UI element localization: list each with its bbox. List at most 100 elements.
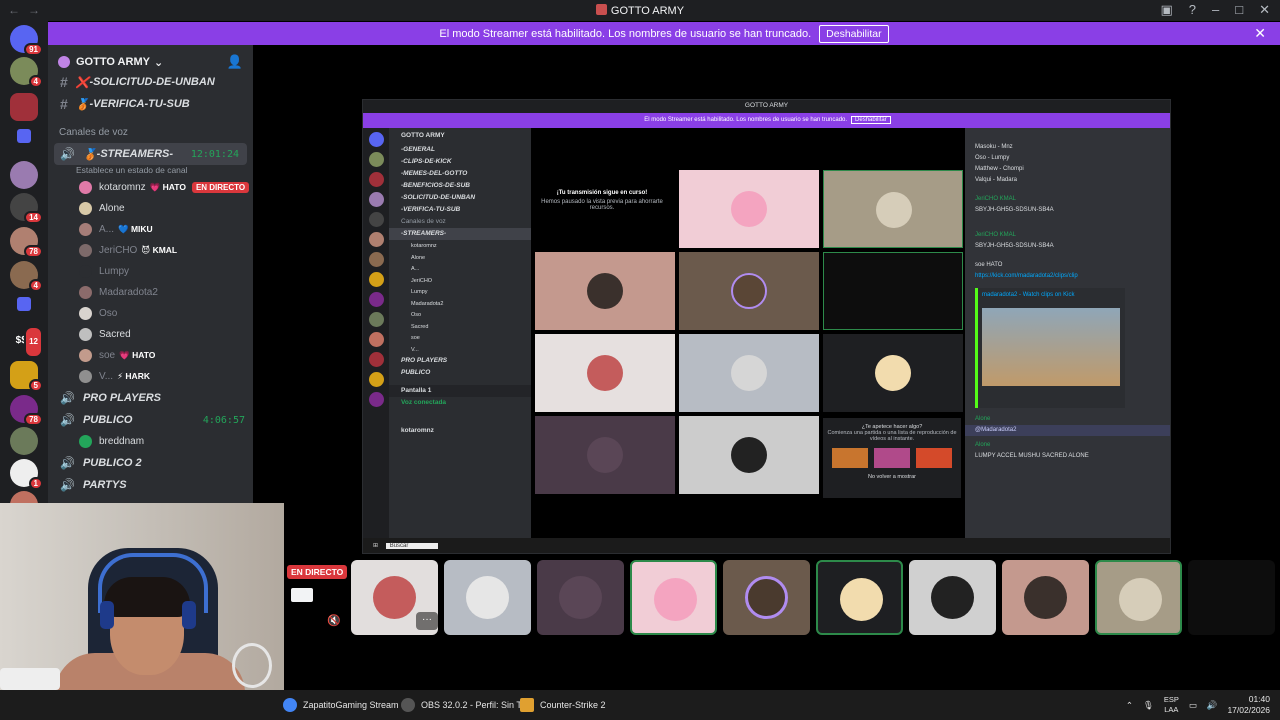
voice-channel-publico[interactable]: 🔊 PUBLICO 4:06:57 bbox=[48, 409, 253, 431]
hash-icon: # bbox=[60, 96, 68, 112]
channel-solicitud-de-unban[interactable]: # ❌ -SOLICITUD-DE-UNBAN bbox=[48, 71, 253, 93]
hash-icon: # bbox=[60, 74, 68, 90]
mute-icon[interactable]: 🔇 bbox=[327, 614, 341, 627]
voice-user[interactable]: Oso bbox=[48, 303, 253, 324]
folder-icon[interactable] bbox=[17, 129, 31, 143]
server-icon[interactable] bbox=[10, 161, 38, 189]
voice-user[interactable]: A... 💙 MIKU bbox=[48, 219, 253, 240]
participant-tile[interactable] bbox=[630, 560, 717, 635]
counter-strike-icon bbox=[520, 698, 534, 712]
participant-tile[interactable] bbox=[1002, 560, 1089, 635]
participant-tile[interactable] bbox=[537, 560, 624, 635]
speaker-icon: 🔊 bbox=[60, 391, 75, 405]
taskbar-app-cs2[interactable]: Counter-Strike 2 bbox=[520, 697, 606, 713]
voice-user[interactable]: Alone bbox=[48, 198, 253, 219]
avatar bbox=[79, 181, 92, 194]
os-taskbar: ZapatitoGaming Stream OBS 32.0.2 - Perfi… bbox=[0, 690, 1280, 720]
avatar bbox=[79, 307, 92, 320]
participant-tile[interactable] bbox=[816, 560, 903, 635]
voice-user[interactable]: Madaradota2 bbox=[48, 282, 253, 303]
voice-channel-publico-2[interactable]: 🔊 PUBLICO 2 bbox=[48, 452, 253, 474]
participant-tile[interactable] bbox=[1188, 560, 1275, 635]
voice-user[interactable]: JeriCHO 😈 KMAL bbox=[48, 240, 253, 261]
server-icon[interactable]: 1 bbox=[10, 459, 43, 490]
channel-sidebar: GOTTO ARMY ⌄ 👤 # ❌ -SOLICITUD-DE-UNBAN # 🥉 -V… bbox=[48, 45, 253, 505]
speaker-icon: 🔊 bbox=[60, 456, 75, 470]
voice-user[interactable]: Sacred bbox=[48, 324, 253, 345]
server-icon[interactable] bbox=[10, 427, 38, 455]
voice-user[interactable]: V... ⚡ HARK bbox=[48, 366, 253, 387]
share-banner: El modo Streamer está habilitado. Los no… bbox=[363, 113, 1170, 128]
close-icon[interactable]: ✕ bbox=[1254, 25, 1266, 42]
system-tray: ⌃ 🎙 ESP LAA ▭ 🔊 01:40 17/02/2026 bbox=[1126, 694, 1270, 716]
taskbar-app-chrome[interactable]: ZapatitoGaming Stream bbox=[283, 697, 399, 713]
participant-tile[interactable] bbox=[444, 560, 531, 635]
share-video-grid: ¡Tu transmisión sigue en curso! Hemos pa… bbox=[531, 128, 965, 538]
server-icon[interactable]: 14 bbox=[10, 193, 43, 224]
share-server-rail bbox=[363, 128, 389, 538]
chrome-icon bbox=[283, 698, 297, 712]
activity-promo: ¿Te apetece hacer algo? Comienza una par… bbox=[823, 418, 961, 498]
avatar bbox=[79, 265, 92, 278]
streamer-mode-banner: El modo Streamer está habilitado. Los no… bbox=[48, 22, 1280, 45]
clock[interactable]: 01:40 17/02/2026 bbox=[1227, 694, 1270, 716]
microphone-icon[interactable]: 🎙 bbox=[1143, 700, 1154, 711]
chevron-down-icon: ⌄ bbox=[153, 56, 164, 69]
voice-user[interactable]: breddnam bbox=[48, 431, 253, 452]
network-icon[interactable]: ▭ bbox=[1189, 700, 1197, 711]
avatar bbox=[79, 286, 92, 299]
avatar bbox=[79, 202, 92, 215]
share-chat: Masoku - Mnz Oso - Lumpy Matthew - Chomp… bbox=[965, 128, 1170, 538]
avatar bbox=[79, 435, 92, 448]
window-title: GOTTO ARMY bbox=[0, 4, 1280, 17]
channel-verifica-tu-sub[interactable]: # 🥉 -VERIFICA-TU-SUB bbox=[48, 93, 253, 115]
voice-channel-streamers[interactable]: 🔊 🥉 -STREAMERS- 12:01:24 bbox=[54, 143, 247, 165]
help-icon[interactable]: ? bbox=[1189, 2, 1196, 18]
more-options-button[interactable]: ··· bbox=[416, 612, 438, 630]
language-indicator[interactable]: ESP LAA bbox=[1164, 695, 1179, 715]
maximize-button[interactable]: □ bbox=[1235, 2, 1243, 18]
speaker-icon: 🔊 bbox=[60, 478, 75, 492]
obs-icon bbox=[401, 698, 415, 712]
voice-timer: 12:01:24 bbox=[190, 148, 239, 160]
disable-streamer-button[interactable]: Deshabilitar bbox=[819, 24, 889, 43]
server-icon[interactable]: 4 bbox=[10, 261, 43, 292]
stream-note: ¡Tu transmisión sigue en curso! Hemos pa… bbox=[541, 190, 663, 211]
discord-home-icon[interactable]: 91 bbox=[10, 25, 43, 56]
link-embed: madaradota2 - Watch clips on Kick bbox=[975, 288, 1125, 408]
close-button[interactable]: ✕ bbox=[1259, 2, 1270, 18]
share-sidebar: GOTTO ARMY -GENERAL -CLIPS-DE-KICK -MEME… bbox=[389, 128, 531, 538]
voice-channel-pro-players[interactable]: 🔊 PRO PLAYERS bbox=[48, 387, 253, 409]
server-icon[interactable] bbox=[10, 93, 38, 121]
server-icon[interactable]: $$$12 bbox=[10, 326, 43, 358]
add-user-icon[interactable]: 👤 bbox=[227, 54, 243, 70]
folder-icon[interactable] bbox=[17, 297, 31, 311]
participant-tile[interactable] bbox=[909, 560, 996, 635]
taskbar-app-obs[interactable]: OBS 32.0.2 - Perfil: Sin T bbox=[401, 697, 522, 713]
share-title: GOTTO ARMY bbox=[363, 100, 1170, 112]
participant-tile[interactable] bbox=[723, 560, 810, 635]
server-icon[interactable]: 4 bbox=[10, 57, 43, 88]
chevron-up-icon[interactable]: ⌃ bbox=[1126, 700, 1133, 711]
avatar bbox=[79, 328, 92, 341]
voice-category[interactable]: Canales de voz bbox=[48, 121, 253, 143]
inbox-icon[interactable]: ▣ bbox=[1160, 2, 1172, 18]
minimize-button[interactable]: – bbox=[1212, 2, 1219, 18]
screen-share-stream[interactable]: GOTTO ARMY El modo Streamer está habilit… bbox=[362, 99, 1171, 554]
volume-icon[interactable]: 🔊 bbox=[1207, 700, 1218, 711]
server-icon[interactable]: 5 bbox=[10, 361, 43, 392]
screen-share-icon bbox=[291, 588, 313, 602]
voice-user[interactable]: soe 💗 HATO bbox=[48, 345, 253, 366]
title-bar: ←→ GOTTO ARMY ▣ ? – □ ✕ bbox=[0, 0, 1280, 21]
live-badge: EN DIRECTO bbox=[191, 182, 250, 193]
channel-status[interactable]: Establece un estado de canal bbox=[48, 165, 253, 177]
server-icon[interactable]: 78 bbox=[10, 227, 43, 258]
voice-user[interactable]: kotaromnz 💗 HATO EN DIRECTO bbox=[48, 177, 253, 198]
speaker-icon: 🔊 bbox=[60, 147, 75, 161]
voice-user[interactable]: Lumpy bbox=[48, 261, 253, 282]
server-logo-icon bbox=[595, 4, 607, 15]
window-controls: ▣ ? – □ ✕ bbox=[1160, 2, 1270, 18]
participant-tile[interactable] bbox=[1095, 560, 1182, 635]
voice-channel-partys[interactable]: 🔊 PARTYS bbox=[48, 474, 253, 496]
server-icon[interactable]: 78 bbox=[10, 395, 43, 426]
